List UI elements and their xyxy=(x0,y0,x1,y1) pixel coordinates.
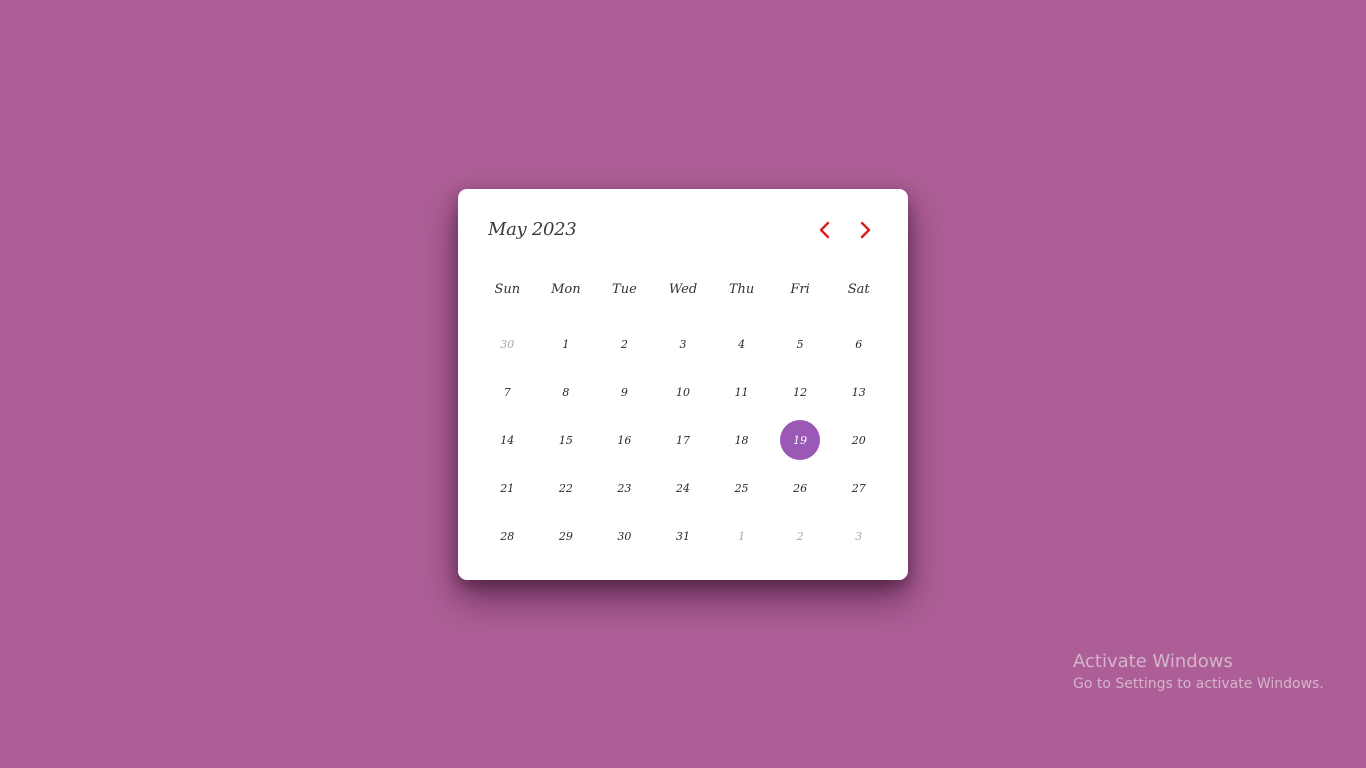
day-cell[interactable]: 1 xyxy=(537,320,596,368)
watermark-title: Activate Windows xyxy=(1073,651,1233,672)
day-number: 10 xyxy=(675,385,690,399)
day-cell[interactable]: 5 xyxy=(771,320,830,368)
day-number: 5 xyxy=(796,337,804,351)
previous-month-button[interactable] xyxy=(812,217,838,243)
day-number: 4 xyxy=(738,337,746,351)
day-cell[interactable]: 24 xyxy=(654,465,713,513)
day-number: 13 xyxy=(851,385,866,399)
weekday-tue: Tue xyxy=(612,282,637,297)
month-year-label: May 2023 xyxy=(488,219,577,240)
day-number: 6 xyxy=(855,337,863,351)
day-cell[interactable]: 13 xyxy=(829,368,888,416)
weekday-mon: Mon xyxy=(551,282,581,297)
day-number: 1 xyxy=(562,337,570,351)
day-number: 16 xyxy=(617,433,632,447)
day-number: 25 xyxy=(734,482,749,496)
windows-activation-watermark: Activate Windows Go to Settings to activ… xyxy=(1073,650,1324,694)
day-cell[interactable]: 18 xyxy=(712,416,771,464)
day-cell[interactable]: 8 xyxy=(537,368,596,416)
day-cell[interactable]: 12 xyxy=(771,368,830,416)
day-cell[interactable]: 11 xyxy=(712,368,771,416)
day-number: 23 xyxy=(617,482,632,496)
day-number: 19 xyxy=(780,420,821,461)
day-number: 18 xyxy=(734,433,749,447)
day-cell[interactable]: 30 xyxy=(595,513,654,561)
day-cell[interactable]: 28 xyxy=(478,513,537,561)
day-number: 21 xyxy=(500,482,515,496)
day-cell[interactable]: 3 xyxy=(654,320,713,368)
weekday-header-row: Sun Mon Tue Wed Thu Fri Sat xyxy=(478,279,888,301)
day-number: 2 xyxy=(796,530,804,544)
day-number: 26 xyxy=(793,482,808,496)
month-navigation xyxy=(812,217,878,243)
day-cell[interactable]: 23 xyxy=(595,465,654,513)
day-number: 9 xyxy=(620,385,628,399)
weekday-sat: Sat xyxy=(847,282,870,297)
watermark-subtitle: Go to Settings to activate Windows. xyxy=(1073,676,1324,692)
days-grid: 30 1 2 3 4 5 6 7 8 9 10 11 12 13 14 15 16 17 18 19 20 21 22 23 2… xyxy=(478,320,888,561)
day-number: 14 xyxy=(500,433,515,447)
day-number: 30 xyxy=(500,337,515,351)
day-cell[interactable]: 7 xyxy=(478,368,537,416)
day-cell[interactable]: 9 xyxy=(595,368,654,416)
day-cell[interactable]: 25 xyxy=(712,465,771,513)
day-number: 3 xyxy=(679,337,687,351)
day-cell[interactable]: 20 xyxy=(829,416,888,464)
day-number: 20 xyxy=(851,433,866,447)
day-cell[interactable]: 26 xyxy=(771,465,830,513)
day-cell[interactable]: 29 xyxy=(537,513,596,561)
day-number: 15 xyxy=(558,433,573,447)
day-cell[interactable]: 6 xyxy=(829,320,888,368)
day-cell[interactable]: 27 xyxy=(829,465,888,513)
day-cell-other-month[interactable]: 3 xyxy=(829,513,888,561)
day-number: 29 xyxy=(558,530,573,544)
weekday-sun: Sun xyxy=(494,282,521,297)
day-cell-selected[interactable]: 19 xyxy=(771,416,830,464)
day-number: 22 xyxy=(558,482,573,496)
day-cell[interactable]: 31 xyxy=(654,513,713,561)
day-cell[interactable]: 10 xyxy=(654,368,713,416)
day-number: 30 xyxy=(617,530,632,544)
chevron-right-icon xyxy=(858,221,872,239)
weekday-wed: Wed xyxy=(668,282,698,297)
next-month-button[interactable] xyxy=(852,217,878,243)
day-cell[interactable]: 4 xyxy=(712,320,771,368)
weekday-fri: Fri xyxy=(790,282,810,297)
calendar-card: May 2023 Sun Mon Tue Wed Thu Fri Sat 30 1… xyxy=(458,189,908,580)
day-cell[interactable]: 17 xyxy=(654,416,713,464)
day-number: 3 xyxy=(855,530,863,544)
day-number: 8 xyxy=(562,385,570,399)
day-cell[interactable]: 15 xyxy=(537,416,596,464)
day-number: 31 xyxy=(675,530,690,544)
day-cell-other-month[interactable]: 2 xyxy=(771,513,830,561)
chevron-left-icon xyxy=(818,221,832,239)
day-cell[interactable]: 2 xyxy=(595,320,654,368)
day-number: 17 xyxy=(675,433,690,447)
day-number: 7 xyxy=(503,385,511,399)
day-cell[interactable]: 14 xyxy=(478,416,537,464)
day-number: 11 xyxy=(734,385,749,399)
day-cell-other-month[interactable]: 1 xyxy=(712,513,771,561)
calendar-header: May 2023 xyxy=(488,217,878,249)
day-cell[interactable]: 16 xyxy=(595,416,654,464)
day-cell-other-month[interactable]: 30 xyxy=(478,320,537,368)
day-number: 12 xyxy=(793,385,808,399)
day-cell[interactable]: 22 xyxy=(537,465,596,513)
day-number: 28 xyxy=(500,530,515,544)
day-cell[interactable]: 21 xyxy=(478,465,537,513)
weekday-thu: Thu xyxy=(728,282,755,297)
day-number: 1 xyxy=(738,530,746,544)
day-number: 27 xyxy=(851,482,866,496)
day-number: 24 xyxy=(675,482,690,496)
day-number: 2 xyxy=(620,337,628,351)
